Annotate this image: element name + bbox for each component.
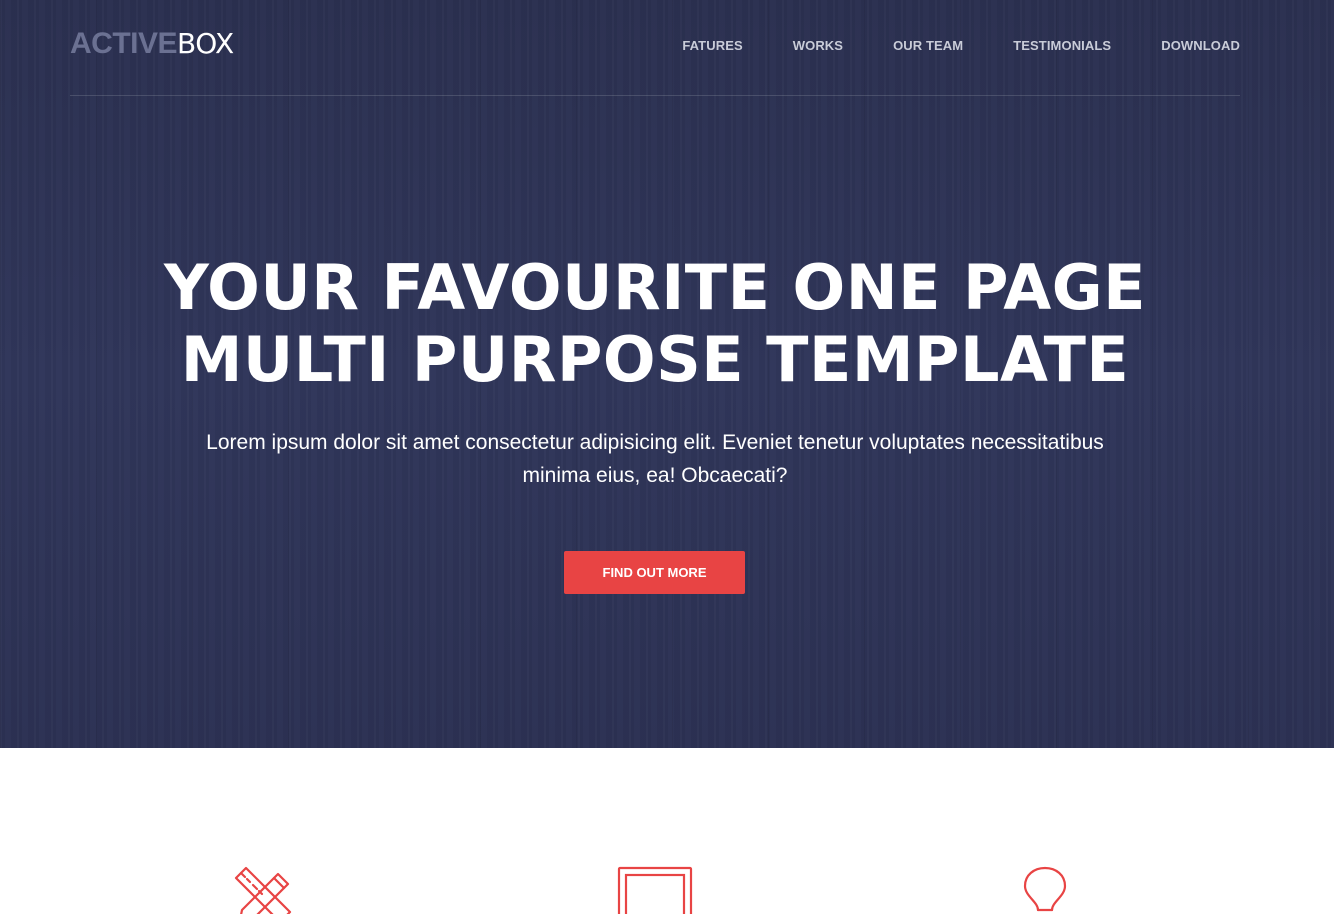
main-nav: FATURES WORKS OUR TEAM TESTIMONIALS DOWN… [632,38,1240,54]
nav-item-features[interactable]: FATURES [682,38,742,54]
hero-headline: YOUR FAVOURITE ONE PAGE MULTI PURPOSE TE… [0,252,1310,396]
hero-headline-line-1: YOUR FAVOURITE ONE PAGE [163,251,1147,324]
hero-section: ACTIVEBOX FATURES WORKS OUR TEAM TESTIMO… [0,0,1334,748]
nav-item-download[interactable]: DOWNLOAD [1161,38,1240,54]
header-divider [70,95,1240,96]
screen-icon [617,866,693,914]
find-out-more-button[interactable]: FIND OUT MORE [564,551,745,594]
nav-item-testimonials[interactable]: TESTIMONIALS [1013,38,1111,54]
hero-headline-line-2: MULTI PURPOSE TEMPLATE [180,323,1130,396]
nav-item-our-team[interactable]: OUR TEAM [893,38,963,54]
logo-light-text: BOX [177,27,234,60]
hero-lead-text: Lorem ipsum dolor sit amet consectetur a… [206,431,1104,487]
design-tools-icon [234,866,292,914]
nav-item-works[interactable]: WORKS [793,38,843,54]
lightbulb-icon [1023,866,1067,912]
logo-strong-text: ACTIVE [70,27,178,60]
logo[interactable]: ACTIVEBOX [70,28,234,60]
